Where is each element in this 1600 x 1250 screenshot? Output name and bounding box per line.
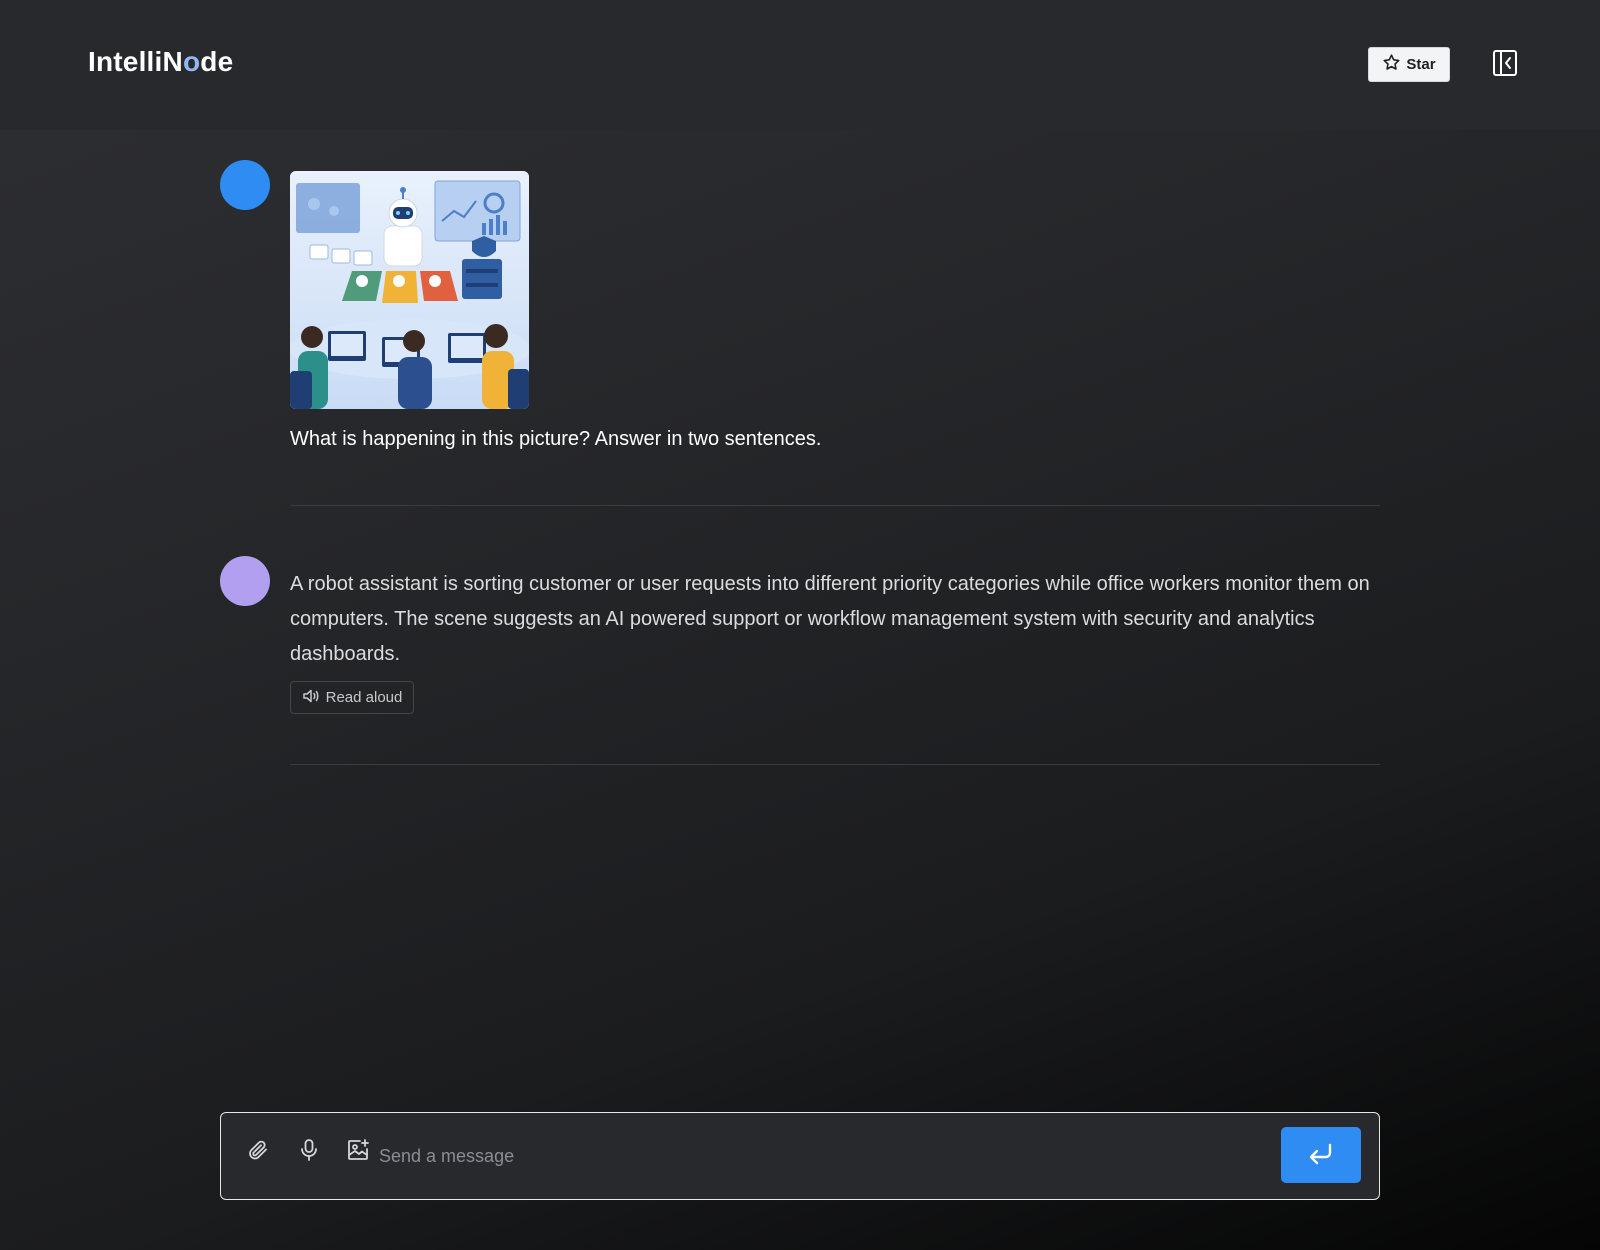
- logo-text-suffix: de: [200, 46, 234, 77]
- user-message-text: What is happening in this picture? Answe…: [290, 428, 822, 450]
- read-aloud-button[interactable]: Read aloud: [290, 681, 414, 714]
- sidebar-toggle-button[interactable]: [1490, 49, 1520, 81]
- logo-text-prefix: IntelliN: [88, 46, 183, 77]
- image-add-icon: [346, 1138, 370, 1167]
- message-composer: [220, 1112, 1380, 1200]
- message-input[interactable]: [379, 1139, 1239, 1173]
- message-divider: [290, 505, 1380, 506]
- send-button[interactable]: [1281, 1127, 1361, 1183]
- user-avatar: [220, 160, 270, 210]
- add-image-button[interactable]: [341, 1135, 375, 1169]
- message-image[interactable]: [290, 171, 529, 409]
- enter-icon: [1307, 1141, 1335, 1170]
- paperclip-icon: [246, 1138, 270, 1167]
- app-logo[interactable]: IntelliNode: [88, 46, 233, 78]
- speaker-icon: [302, 688, 320, 708]
- star-label: Star: [1406, 56, 1436, 73]
- assistant-avatar: [220, 556, 270, 606]
- star-icon: [1382, 53, 1401, 76]
- robot-office-illustration-icon: [290, 171, 529, 409]
- sidebar-collapse-icon: [1492, 49, 1518, 82]
- app-header: IntelliNode Star: [0, 0, 1600, 130]
- attach-button[interactable]: [241, 1135, 275, 1169]
- microphone-button[interactable]: [292, 1135, 326, 1169]
- star-button[interactable]: Star: [1368, 47, 1450, 82]
- message-divider: [290, 764, 1380, 765]
- read-aloud-label: Read aloud: [325, 689, 403, 706]
- assistant-message-text: A robot assistant is sorting customer or…: [290, 573, 1370, 665]
- microphone-icon: [298, 1138, 320, 1167]
- logo-o-glyph: o: [182, 46, 201, 77]
